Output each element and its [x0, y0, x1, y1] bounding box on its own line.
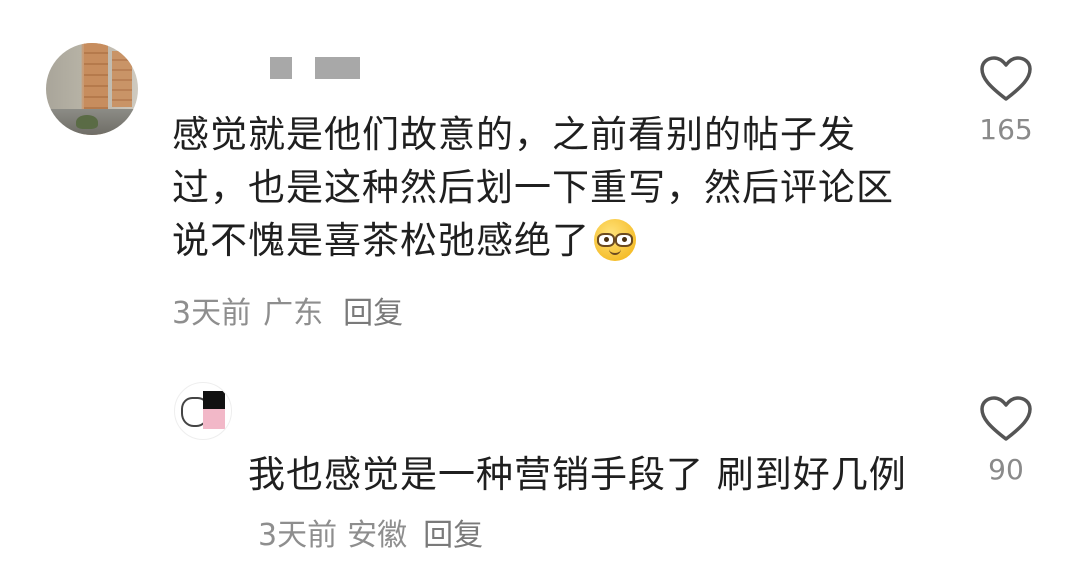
avatar-photo-door	[112, 51, 132, 107]
like-count: 165	[979, 113, 1033, 146]
comment-time: 3天前	[172, 296, 252, 331]
like-button[interactable]: 90	[966, 395, 1046, 486]
comment-item: 感觉就是他们故意的，之前看别的帖子发过，也是这种然后划一下重写，然后评论区说不愧…	[0, 0, 1080, 360]
redaction-block	[315, 57, 360, 79]
avatar[interactable]	[174, 382, 232, 440]
comment-time: 3天前	[258, 518, 338, 553]
like-button[interactable]: 165	[966, 55, 1046, 146]
reply-button[interactable]: 回复	[343, 296, 403, 331]
comment-body[interactable]: 感觉就是他们故意的，之前看别的帖子发过，也是这种然后划一下重写，然后评论区说不愧…	[172, 108, 902, 267]
comment-location: 安徽	[347, 518, 408, 553]
comment-location: 广东	[263, 296, 324, 331]
reply-comment-item: 我也感觉是一种营销手段了 刷到好几例 3天前 安徽 回复 90	[0, 360, 1080, 569]
comment-meta: 3天前 广东 回复	[172, 294, 415, 334]
comment-text: 我也感觉是一种营销手段了 刷到好几例	[248, 453, 907, 496]
avatar-photo-plant	[76, 115, 98, 129]
glasses-smile-emoji-icon	[594, 219, 636, 261]
redaction-block	[270, 57, 292, 79]
like-count: 90	[988, 453, 1024, 486]
redaction-block	[203, 409, 225, 429]
avatar[interactable]	[46, 43, 138, 135]
avatar-photo-door	[84, 43, 108, 113]
comment-meta: 3天前 安徽 回复	[258, 518, 493, 553]
heart-outline-icon	[980, 396, 1032, 441]
redaction-block	[203, 391, 225, 409]
heart-outline-icon	[980, 56, 1032, 101]
reply-button[interactable]: 回复	[423, 518, 483, 553]
comment-text: 感觉就是他们故意的，之前看别的帖子发过，也是这种然后划一下重写，然后评论区说不愧…	[172, 113, 894, 262]
comment-body[interactable]: 我也感觉是一种营销手段了 刷到好几例 3天前 安徽 回复	[248, 446, 908, 565]
